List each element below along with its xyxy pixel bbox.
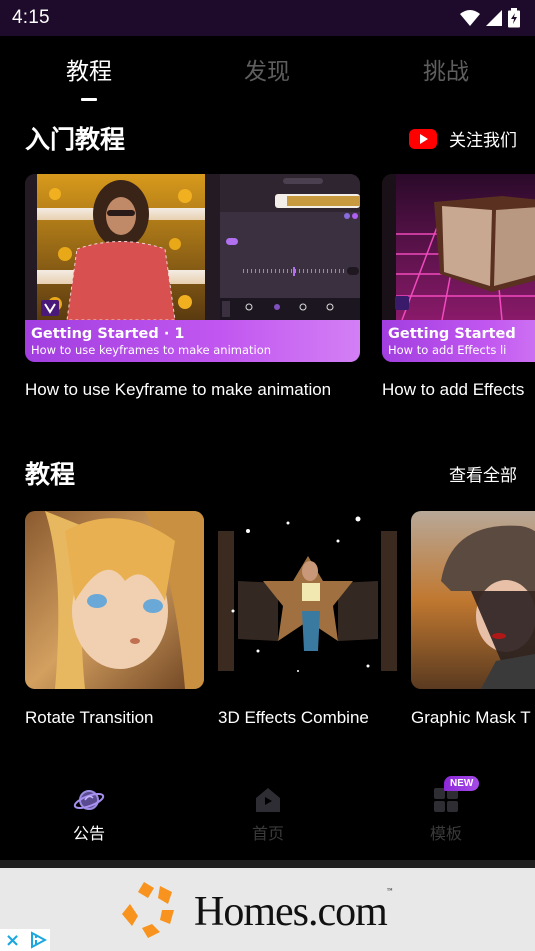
nav-label: 公告	[72, 824, 105, 843]
tutorial-caption[interactable]: Rotate Transition	[25, 708, 154, 728]
intro-card[interactable]: Getting Started · 1 How to use keyframes…	[25, 174, 360, 362]
graphic-mask-image	[411, 511, 535, 689]
tab-discover[interactable]: 发现	[207, 52, 327, 86]
adchoices-icon[interactable]	[25, 929, 50, 951]
tutorial-section-title: 教程	[25, 460, 76, 489]
card-banner: Getting Started · 1 How to use keyframes…	[25, 320, 360, 362]
homes-logo-icon	[122, 882, 174, 938]
tutorial-thumbnail[interactable]	[218, 511, 397, 689]
follow-us-link[interactable]: 关注我们	[409, 126, 517, 151]
tutorial-caption[interactable]: 3D Effects Combine	[218, 708, 369, 728]
status-icons	[459, 8, 521, 28]
ad-banner[interactable]: Homes.com™ ×	[0, 868, 535, 951]
banner-title: Getting Started	[388, 326, 516, 342]
follow-us-label: 关注我们	[449, 131, 517, 151]
intro-card-caption[interactable]: How to add Effects	[382, 380, 524, 400]
planet-icon	[73, 790, 105, 810]
3d-effects-image	[218, 511, 397, 689]
tab-challenge[interactable]: 挑战	[386, 52, 506, 86]
cellular-signal-icon	[486, 10, 502, 26]
ad-close-icon[interactable]: ×	[0, 929, 25, 951]
banner-subtitle: How to use keyframes to make animation	[31, 343, 272, 357]
youtube-icon	[409, 128, 437, 149]
bottom-nav: 公告 首页 模板 NEW	[0, 770, 535, 860]
anime-girl-image	[25, 511, 204, 689]
intro-card-caption[interactable]: How to use Keyframe to make animation	[25, 380, 331, 400]
status-bar: 4:15	[0, 0, 535, 36]
active-tab-indicator	[81, 98, 97, 101]
nav-label: 首页	[251, 824, 284, 843]
banner-title: Getting Started · 1	[31, 326, 185, 342]
nav-templates[interactable]: 模板	[406, 786, 486, 844]
status-time: 4:15	[12, 7, 50, 28]
top-tab-bar: 教程 发现 挑战	[0, 36, 535, 108]
card-banner: Getting Started How to add Effects li	[382, 320, 535, 362]
banner-subtitle: How to add Effects li	[388, 343, 507, 357]
ad-brand: Homes.com™	[194, 888, 393, 935]
tab-tutorials[interactable]: 教程	[29, 52, 149, 86]
nav-home[interactable]: 首页	[228, 786, 308, 844]
home-play-icon	[256, 788, 280, 812]
intro-card[interactable]: Getting Started How to add Effects li	[382, 174, 535, 362]
new-badge: NEW	[444, 776, 480, 791]
view-all-link[interactable]: 查看全部	[449, 461, 517, 486]
tutorial-thumbnail[interactable]	[411, 511, 535, 689]
intro-section-title: 入门教程	[25, 125, 126, 154]
ad-controls: ×	[0, 929, 50, 951]
tutorial-caption[interactable]: Graphic Mask T	[411, 708, 531, 728]
nav-announcements[interactable]: 公告	[49, 786, 129, 844]
wifi-icon	[460, 10, 480, 26]
nav-label: 模板	[429, 824, 462, 843]
tutorial-thumbnail[interactable]	[25, 511, 204, 689]
battery-charging-icon	[508, 8, 520, 28]
ad-divider	[0, 860, 535, 868]
